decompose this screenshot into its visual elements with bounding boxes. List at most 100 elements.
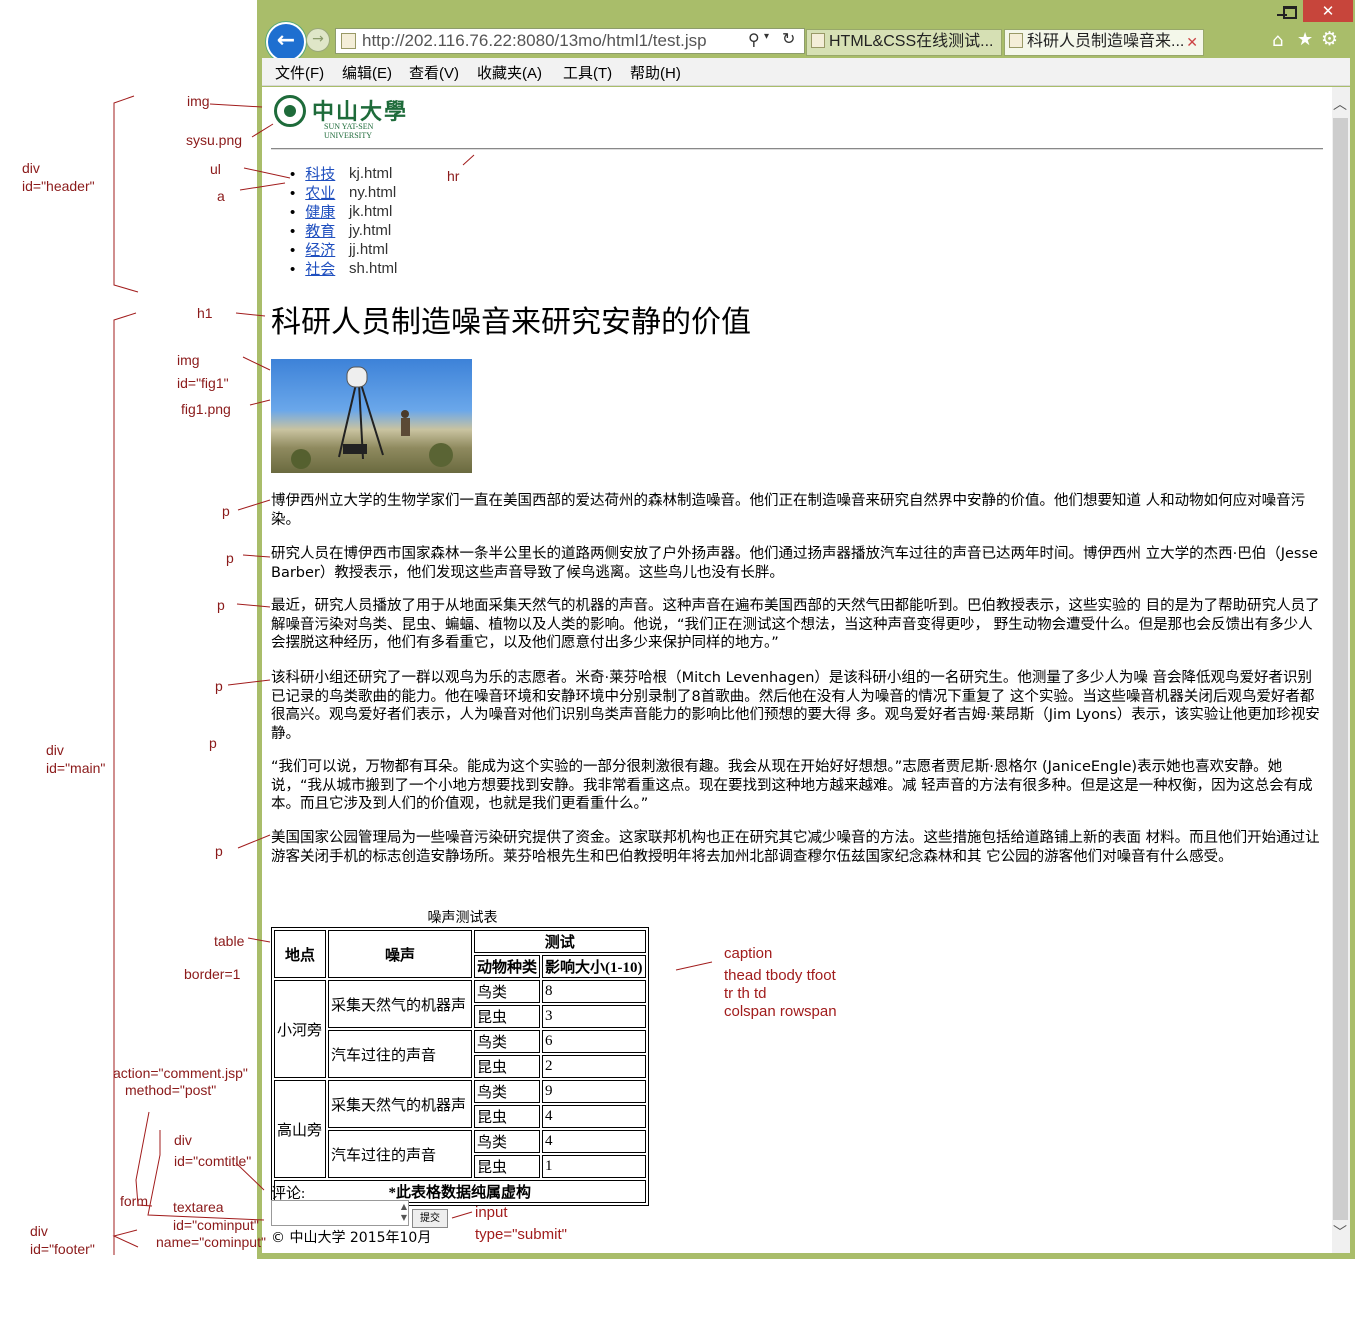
forward-button[interactable]: → bbox=[306, 28, 330, 52]
bullet-icon: • bbox=[290, 166, 296, 183]
menu-view[interactable]: 查看(V) bbox=[409, 62, 459, 83]
menu-help[interactable]: 帮助(H) bbox=[630, 62, 681, 83]
cell-impact: 2 bbox=[542, 1055, 646, 1078]
ann-p: p bbox=[226, 550, 234, 566]
ann-fig1-png: fig1.png bbox=[181, 401, 231, 417]
dropdown-icon[interactable]: ▾ bbox=[764, 31, 769, 42]
back-button[interactable]: ← bbox=[266, 22, 306, 62]
header-species: 动物种类 bbox=[474, 955, 541, 978]
cell-species: 鸟类 bbox=[474, 1080, 541, 1103]
cell-noise: 采集天然气的机器声 bbox=[328, 980, 472, 1028]
home-icon[interactable]: ⌂ bbox=[1272, 30, 1283, 51]
nav-item-3: • 教育 bbox=[290, 222, 335, 241]
nav-file-annotation: kj.html bbox=[349, 165, 393, 182]
nav-file-annotation: jj.html bbox=[349, 241, 389, 258]
menu-bar: 文件(F) 编辑(E) 查看(V) 收藏夹(A) 工具(T) 帮助(H) bbox=[262, 58, 1350, 86]
nav-link[interactable]: 社会 bbox=[305, 261, 335, 278]
table-row: 汽车过往的声音 鸟类 6 bbox=[274, 1030, 646, 1078]
page-title: 科研人员制造噪音来研究安静的价值 bbox=[271, 305, 751, 340]
ann-border: border=1 bbox=[184, 966, 241, 982]
header-impact: 影响大小(1-10) bbox=[542, 955, 646, 978]
cell-impact: 1 bbox=[542, 1155, 646, 1178]
menu-favorites[interactable]: 收藏夹(A) bbox=[477, 62, 542, 83]
page-icon bbox=[341, 33, 356, 49]
ann-img2: img bbox=[177, 352, 200, 368]
maximize-icon bbox=[1283, 6, 1297, 19]
nav-item-2: • 健康 bbox=[290, 203, 335, 222]
scrollbar-thumb[interactable] bbox=[1333, 118, 1348, 1220]
maximize-button[interactable] bbox=[1278, 3, 1298, 19]
nav-file-annotation: ny.html bbox=[349, 184, 397, 201]
refresh-icon[interactable]: ↻ bbox=[782, 29, 795, 48]
address-bar[interactable]: http://202.116.76.22:8080/13mo/html1/tes… bbox=[335, 28, 805, 54]
cell-species: 昆虫 bbox=[474, 1155, 541, 1178]
settings-gear-icon[interactable]: ⚙ bbox=[1321, 28, 1338, 50]
ann-caption: caption bbox=[724, 945, 773, 962]
sysu-emblem-icon bbox=[274, 95, 306, 127]
sysu-logo: 中山大學 SUN YAT-SEN UNIVERSITY bbox=[272, 94, 422, 140]
page-icon bbox=[811, 33, 825, 48]
tab-html-css[interactable]: HTML&CSS在线测试... bbox=[806, 29, 1002, 56]
ann-p: p bbox=[217, 597, 225, 613]
paragraph: 博伊西州立大学的生物学家们一直在美国西部的爱达荷州的森林制造噪音。他们正在制造噪… bbox=[271, 493, 1306, 528]
cell-species: 鸟类 bbox=[474, 980, 541, 1003]
bullet-icon: • bbox=[290, 242, 296, 259]
textarea-scroll-icon[interactable]: ▲ ▼ bbox=[401, 1201, 407, 1223]
cell-impact: 8 bbox=[542, 980, 646, 1003]
cell-place: 高山旁 bbox=[274, 1080, 326, 1178]
paragraph: 研究人员在博伊西市国家森林一条半公里长的道路两侧安放了户外扬声器。他们通过扬声器… bbox=[271, 546, 1318, 581]
table-row: 高山旁 采集天然气的机器声 鸟类 9 bbox=[274, 1080, 646, 1178]
menu-edit[interactable]: 编辑(E) bbox=[342, 62, 392, 83]
paragraph: 该科研小组还研究了一群以观鸟为乐的志愿者。米奇·莱芬哈根（Mitch Leven… bbox=[271, 670, 1320, 742]
menu-tools[interactable]: 工具(T) bbox=[563, 62, 612, 83]
noise-table: 地点 噪声 测试 动物种类 影响大小(1-10) 小河旁 采集天然气的机器声 鸟… bbox=[271, 927, 649, 1206]
scroll-up-icon[interactable]: ︿ bbox=[1333, 94, 1347, 114]
search-icon[interactable]: ⚲ bbox=[748, 30, 760, 49]
header-test: 测试 bbox=[474, 930, 646, 953]
nav-link[interactable]: 健康 bbox=[305, 204, 335, 221]
submit-button[interactable]: 提交 bbox=[412, 1209, 448, 1228]
tab-active[interactable]: 科研人员制造噪音来... ✕ bbox=[1004, 29, 1204, 56]
tab-label: HTML&CSS在线测试... bbox=[829, 33, 994, 50]
fig1-image bbox=[271, 359, 472, 473]
nav-item-5: • 社会 bbox=[290, 260, 335, 279]
comment-textarea[interactable]: ▲ ▼ bbox=[271, 1200, 409, 1226]
cell-species: 昆虫 bbox=[474, 1055, 541, 1078]
ann-fig1-id: id="fig1" bbox=[177, 375, 229, 391]
ann-action: action="comment.jsp" bbox=[113, 1065, 248, 1081]
cell-noise: 汽车过往的声音 bbox=[328, 1030, 472, 1078]
ann-main-div: div bbox=[46, 742, 64, 758]
nav-link[interactable]: 经济 bbox=[305, 242, 335, 259]
close-window-button[interactable]: ✕ bbox=[1303, 0, 1353, 22]
nav-link[interactable]: 农业 bbox=[305, 185, 335, 202]
bullet-icon: • bbox=[290, 204, 296, 221]
nav-link[interactable]: 教育 bbox=[305, 223, 335, 240]
table-caption: 噪声测试表 bbox=[427, 910, 498, 926]
nav-file-annotation: jk.html bbox=[349, 203, 393, 220]
ann-p: p bbox=[222, 503, 230, 519]
horizontal-rule bbox=[271, 148, 1323, 150]
tab-close-icon[interactable]: ✕ bbox=[1186, 30, 1198, 54]
bullet-icon: • bbox=[290, 261, 296, 278]
ann-p: p bbox=[215, 843, 223, 859]
url-text[interactable]: http://202.116.76.22:8080/13mo/html1/tes… bbox=[362, 31, 707, 51]
cell-impact: 4 bbox=[542, 1130, 646, 1153]
cell-impact: 4 bbox=[542, 1105, 646, 1128]
bullet-icon: • bbox=[290, 223, 296, 240]
ann-h1: h1 bbox=[197, 305, 213, 321]
nav-item-1: • 农业 bbox=[290, 184, 335, 203]
nav-file-annotation: jy.html bbox=[349, 222, 392, 239]
paragraph: 美国国家公园管理局为一些噪音污染研究提供了资金。这家联邦机构也正在研究其它减少噪… bbox=[271, 830, 1320, 865]
scroll-down-icon[interactable]: ﹀ bbox=[1333, 1222, 1347, 1242]
favorites-star-icon[interactable]: ★ bbox=[1297, 29, 1313, 50]
ann-p: p bbox=[215, 678, 223, 694]
cell-species: 鸟类 bbox=[474, 1030, 541, 1053]
table-row: 小河旁 采集天然气的机器声 鸟类 8 bbox=[274, 980, 646, 1078]
ann-textarea: textarea bbox=[173, 1199, 224, 1215]
cell-species: 昆虫 bbox=[474, 1005, 541, 1028]
ann-header-id: id="header" bbox=[22, 178, 95, 194]
ann-footer-id: id="footer" bbox=[30, 1241, 95, 1257]
menu-file[interactable]: 文件(F) bbox=[275, 62, 324, 83]
nav-link[interactable]: 科技 bbox=[305, 166, 335, 183]
ann-comtitle-id: id="comtitle" bbox=[174, 1153, 252, 1169]
